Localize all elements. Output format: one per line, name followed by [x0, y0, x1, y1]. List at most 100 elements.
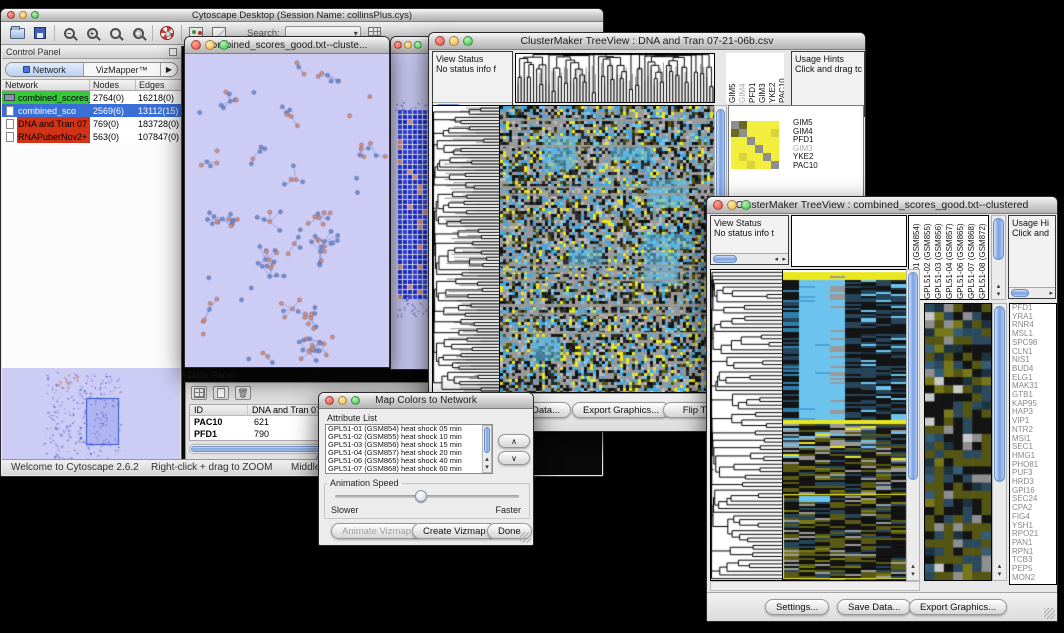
matrix-cell[interactable] — [731, 129, 739, 137]
matrix-cell[interactable] — [763, 121, 771, 129]
close-button[interactable] — [191, 40, 201, 50]
zoom-button[interactable] — [463, 36, 473, 46]
matrix-cell[interactable] — [739, 129, 747, 137]
column-network[interactable]: Network — [2, 80, 90, 90]
tv2-heatmap-hscrollbar[interactable] — [710, 581, 920, 591]
move-down-button[interactable]: ∨ — [498, 451, 530, 465]
minimize-button[interactable] — [449, 36, 459, 46]
matrix-cell[interactable] — [747, 145, 755, 153]
matrix-cell[interactable] — [747, 137, 755, 145]
tv2-collabel-vscrollbar[interactable]: ▴ ▾ — [991, 215, 1006, 300]
zoom-in-button[interactable]: + — [83, 24, 101, 42]
column-edges[interactable]: Edges — [136, 80, 181, 90]
scroll-down-icon[interactable]: ▾ — [993, 571, 1006, 579]
matrix-cell[interactable] — [739, 145, 747, 153]
zoom-selected-button[interactable] — [106, 24, 124, 42]
scroll-down-icon[interactable]: ▾ — [992, 291, 1005, 299]
matrix-cell[interactable] — [771, 129, 779, 137]
close-button[interactable] — [435, 36, 445, 46]
create-vizmap-button[interactable]: Create Vizmap — [412, 523, 497, 539]
zoom-button[interactable] — [741, 200, 751, 210]
tv2-row-dendrogram[interactable] — [710, 269, 783, 581]
matrix-cell[interactable] — [739, 137, 747, 145]
tv1-column-dendrogram[interactable] — [515, 53, 715, 103]
tv1-mini-heatmap-matrix[interactable] — [731, 121, 779, 169]
close-button[interactable] — [394, 41, 402, 49]
network-view-title-bar[interactable]: combined_scores_good.txt--cluste... — [185, 37, 389, 54]
minimize-button[interactable] — [338, 396, 347, 405]
scrollbar-thumb[interactable] — [994, 306, 1005, 482]
select-attributes-button[interactable] — [191, 386, 207, 400]
dialog-title-bar[interactable]: Map Colors to Network — [319, 393, 533, 409]
matrix-cell[interactable] — [739, 153, 747, 161]
matrix-cell[interactable] — [771, 161, 779, 169]
matrix-cell[interactable] — [755, 145, 763, 153]
zoom-button[interactable] — [219, 40, 229, 50]
export-graphics-button[interactable]: Export Graphics... — [572, 402, 670, 418]
scroll-up-icon[interactable]: ▴ — [907, 563, 919, 571]
tv2-column-label[interactable]: GPL51-07 (GSM868) — [967, 216, 976, 299]
tv2-column-label[interactable]: GPL51-04 (GSM857) — [945, 216, 954, 299]
matrix-cell[interactable] — [763, 145, 771, 153]
tv2-column-label[interactable]: GPL51-06 (GSM865) — [956, 216, 965, 299]
minimize-button[interactable] — [404, 41, 412, 49]
matrix-cell[interactable] — [739, 121, 747, 129]
matrix-cell[interactable] — [731, 145, 739, 153]
matrix-cell[interactable] — [747, 121, 755, 129]
column-nodes[interactable]: Nodes — [90, 80, 136, 90]
close-button[interactable] — [7, 11, 15, 19]
scrollbar-thumb[interactable] — [1011, 289, 1029, 297]
tv1-row-dendrogram[interactable] — [432, 105, 500, 393]
tv1-column-label[interactable]: PFD1 — [748, 53, 757, 103]
move-up-button[interactable]: ∧ — [498, 434, 530, 448]
tv1-column-label[interactable]: GIM3 — [758, 53, 767, 103]
tv2-zoom-heatmap-canvas[interactable] — [924, 303, 992, 581]
scrollbar-thumb[interactable] — [484, 427, 490, 453]
tv1-column-label[interactable]: GIM5 — [728, 53, 737, 103]
tv2-zoom-vscrollbar[interactable]: ▴ ▾ — [992, 303, 1007, 581]
matrix-cell[interactable] — [731, 137, 739, 145]
close-button[interactable] — [713, 200, 723, 210]
scrollbar-thumb[interactable] — [993, 218, 1004, 260]
tv2-column-tree-area[interactable] — [791, 215, 907, 267]
tv2-column-label[interactable]: GPL51-03 (GSM856) — [934, 216, 943, 299]
zoom-button[interactable] — [31, 11, 39, 19]
tv1-column-label[interactable]: PAC10 — [778, 53, 784, 103]
matrix-cell[interactable] — [747, 129, 755, 137]
minimize-button[interactable] — [19, 11, 27, 19]
scroll-right-icon[interactable]: ▸ — [1049, 289, 1053, 298]
tv2-status-hscrollbar[interactable]: ◂ ▸ — [711, 253, 788, 264]
tv2-heatmap-vscrollbar[interactable]: ▴ ▾ — [906, 269, 920, 581]
matrix-cell[interactable] — [747, 161, 755, 169]
zoom-button[interactable] — [414, 41, 422, 49]
scroll-up-icon[interactable]: ▴ — [993, 563, 1006, 571]
network-row[interactable]: combined_scores_ 2764(0) 16218(0) — [2, 91, 181, 104]
matrix-cell[interactable] — [731, 161, 739, 169]
matrix-cell[interactable] — [755, 153, 763, 161]
tv2-column-label[interactable]: GPL51-08 (GSM872) — [978, 216, 987, 299]
zoom-fit-button[interactable]: □ — [129, 24, 147, 42]
matrix-cell[interactable] — [763, 161, 771, 169]
scrollbar-thumb[interactable] — [908, 272, 918, 480]
network-graph-canvas[interactable] — [185, 54, 389, 367]
save-session-button[interactable] — [31, 24, 49, 42]
tv1-column-label[interactable]: YKE2 — [768, 53, 777, 103]
network-row[interactable]: DNA and Tran 07 769(0) 183728(0) — [2, 117, 181, 130]
network-row[interactable]: RNAPuberNov2+ 563(0) 107847(0) — [2, 130, 181, 143]
export-graphics-button[interactable]: Export Graphics... — [909, 599, 1007, 615]
speed-slider-track[interactable] — [335, 495, 519, 498]
tv1-heatmap-canvas[interactable] — [499, 105, 715, 393]
treeview2-title-bar[interactable]: ClusterMaker TreeView : combined_scores_… — [707, 197, 1057, 214]
attribute-list-item[interactable]: GPL51-07 (GSM868) heat shock 60 min — [326, 465, 492, 473]
dense-network-canvas[interactable] — [391, 54, 433, 369]
attribute-list-vscrollbar[interactable]: ▴ ▾ — [482, 425, 492, 473]
settings-button[interactable]: Settings... — [765, 599, 829, 615]
matrix-cell[interactable] — [763, 153, 771, 161]
gene-label[interactable]: MON2 — [1012, 574, 1056, 583]
close-button[interactable] — [325, 396, 334, 405]
save-data-button[interactable]: Save Data... — [837, 599, 911, 615]
tab-vizmapper[interactable]: VizMapper™ — [84, 63, 162, 76]
matrix-cell[interactable] — [731, 121, 739, 129]
background-window-title-bar[interactable] — [391, 37, 433, 54]
matrix-cell[interactable] — [731, 153, 739, 161]
